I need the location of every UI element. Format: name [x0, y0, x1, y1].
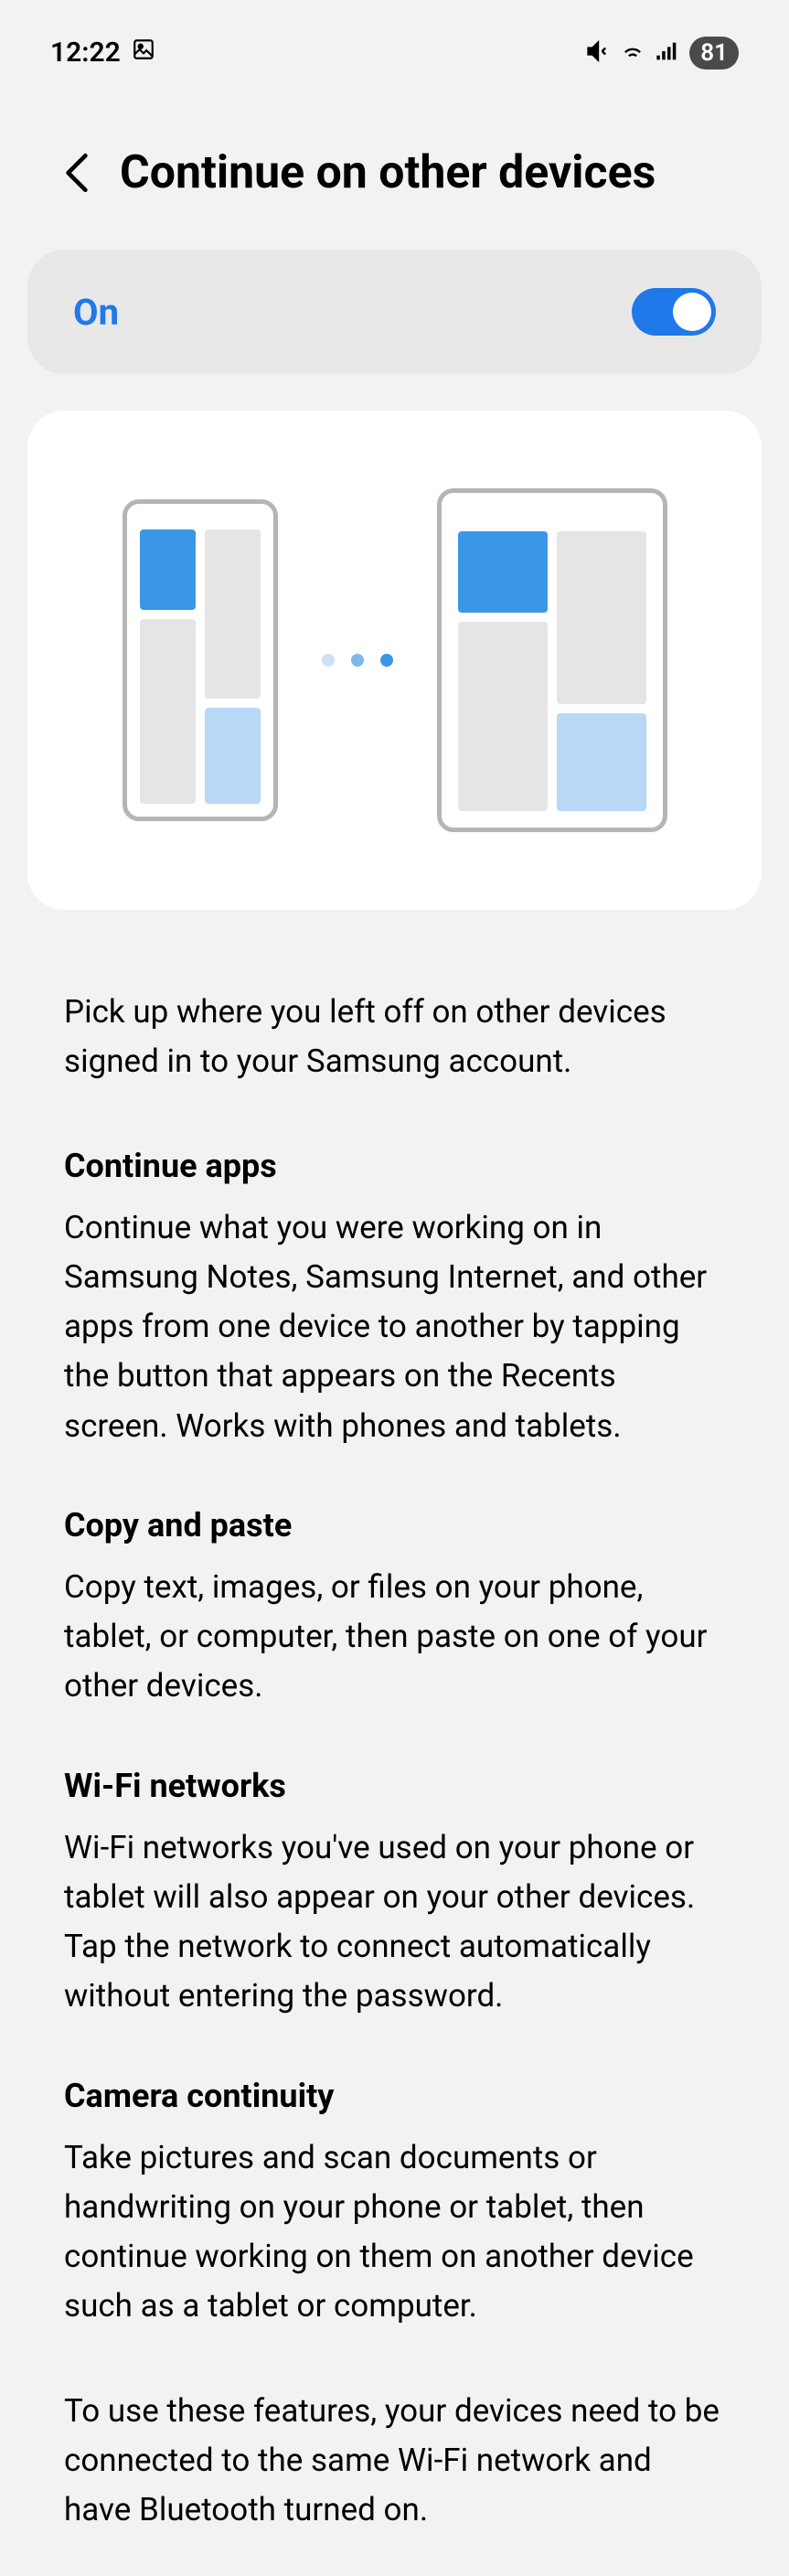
section-title: Continue apps [64, 1147, 725, 1185]
intro-text: Pick up where you left off on other devi… [64, 988, 725, 1087]
status-right: 81 [585, 37, 739, 69]
section-text: Continue what you were working on in Sam… [64, 1203, 725, 1451]
signal-icon [655, 38, 680, 68]
section-title: Copy and paste [64, 1506, 725, 1545]
transfer-dots-icon [322, 654, 393, 667]
section-text: Copy text, images, or files on your phon… [64, 1563, 725, 1712]
status-time: 12:22 [50, 37, 121, 69]
section-title: Wi-Fi networks [64, 1767, 725, 1805]
back-button[interactable] [59, 150, 94, 196]
battery-indicator: 81 [689, 37, 739, 69]
page-title: Continue on other devices [120, 146, 656, 199]
toggle-label: On [73, 291, 119, 334]
page-header: Continue on other devices [0, 78, 789, 250]
section-camera: Camera continuity Take pictures and scan… [64, 2077, 725, 2332]
wifi-icon [620, 38, 645, 68]
gallery-icon [132, 37, 155, 69]
switch-knob [673, 293, 711, 331]
section-text: Take pictures and scan documents or hand… [64, 2133, 725, 2332]
section-copy-paste: Copy and paste Copy text, images, or fil… [64, 1506, 725, 1712]
status-left: 12:22 [50, 37, 155, 69]
illustration-card [27, 411, 762, 910]
section-text: Wi-Fi networks you've used on your phone… [64, 1823, 725, 2022]
status-bar: 12:22 81 [0, 0, 789, 78]
toggle-switch[interactable] [632, 288, 716, 336]
phone-illustration [123, 499, 278, 821]
master-toggle-row[interactable]: On [27, 250, 762, 374]
section-wifi: Wi-Fi networks Wi-Fi networks you've use… [64, 1767, 725, 2022]
section-continue-apps: Continue apps Continue what you were wor… [64, 1147, 725, 1451]
footer-text: To use these features, your devices need… [64, 2387, 725, 2536]
tablet-illustration [437, 488, 667, 832]
section-title: Camera continuity [64, 2077, 725, 2115]
mute-icon [585, 38, 611, 68]
content-area: Pick up where you left off on other devi… [0, 946, 789, 2576]
